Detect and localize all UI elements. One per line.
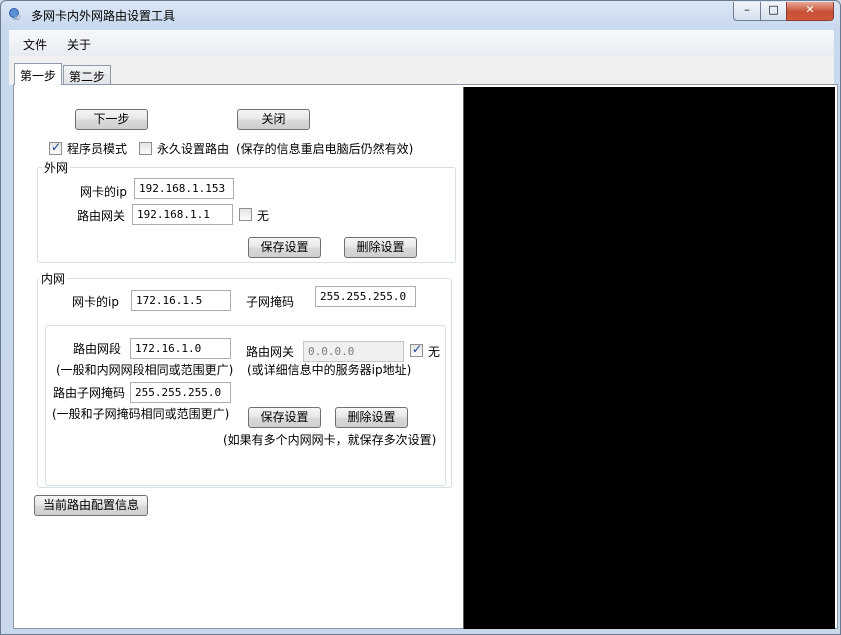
route-mask-input[interactable]: 255.255.255.0 — [130, 382, 231, 403]
tab-step-2[interactable]: 第二步 — [63, 65, 112, 84]
check-icon: ✓ — [412, 342, 423, 356]
maximize-icon: □ — [768, 3, 779, 16]
window-title: 多网卡内外网路由设置工具 — [31, 9, 176, 23]
route-gateway-none-label: 无 — [428, 345, 441, 359]
internal-delete-button[interactable]: 删除设置 — [335, 407, 408, 428]
app-window: 多网卡内外网路由设置工具 – □ ✕ 文件 关于 第一步 第二步 下一步 关闭 … — [0, 0, 841, 635]
output-panel — [463, 87, 835, 629]
minimize-button[interactable]: – — [733, 2, 761, 21]
external-nic-ip-input[interactable]: 192.168.1.153 — [134, 178, 234, 199]
route-gateway-input[interactable]: 0.0.0.0 — [303, 341, 404, 362]
route-segment-input[interactable]: 172.16.1.0 — [130, 338, 231, 359]
menu-about[interactable]: 关于 — [67, 36, 91, 53]
route-segment-hint: (一般和内网网段相同或范围更广) — [56, 363, 234, 377]
multi-nic-hint: (如果有多个内网网卡，就保存多次设置) — [223, 433, 437, 447]
tab-step-1[interactable]: 第一步 — [14, 63, 63, 85]
current-config-button[interactable]: 当前路由配置信息 — [34, 495, 148, 516]
external-nic-ip-label: 网卡的ip — [80, 185, 127, 199]
close-button[interactable]: 关闭 — [237, 109, 310, 130]
internal-subnet-input[interactable]: 255.255.255.0 — [315, 286, 416, 307]
close-window-button[interactable]: ✕ — [786, 2, 834, 21]
close-icon: ✕ — [805, 3, 815, 16]
route-segment-label: 路由网段 — [73, 342, 122, 356]
maximize-button[interactable]: □ — [760, 2, 787, 21]
route-gateway-none-checkbox[interactable]: ✓ — [410, 342, 423, 357]
internal-nic-ip-label: 网卡的ip — [72, 295, 119, 309]
persistent-route-note: (保存的信息重启电脑后仍然有效) — [236, 142, 414, 156]
minimize-icon: – — [744, 3, 750, 16]
external-gateway-input[interactable]: 192.168.1.1 — [132, 204, 233, 225]
title-bar[interactable]: 多网卡内外网路由设置工具 – □ ✕ — [1, 1, 841, 29]
route-gateway-label: 路由网关 — [246, 345, 295, 359]
external-gateway-label: 路由网关 — [77, 209, 126, 223]
external-delete-button[interactable]: 删除设置 — [344, 237, 417, 258]
external-save-button[interactable]: 保存设置 — [248, 237, 321, 258]
programmer-mode-checkbox[interactable]: ✓ — [49, 140, 62, 155]
persistent-route-label: 永久设置路由 — [157, 142, 230, 156]
next-step-button[interactable]: 下一步 — [75, 109, 148, 130]
route-gateway-hint: (或详细信息中的服务器ip地址) — [247, 363, 412, 377]
external-none-label: 无 — [257, 209, 270, 223]
persistent-route-checkbox[interactable] — [139, 142, 152, 155]
external-legend: 外网 — [42, 159, 71, 176]
menu-file[interactable]: 文件 — [23, 36, 47, 53]
tab-strip — [9, 56, 834, 85]
check-icon: ✓ — [51, 140, 62, 154]
programmer-mode-label: 程序员模式 — [67, 142, 128, 156]
internal-nic-ip-input[interactable]: 172.16.1.5 — [131, 290, 231, 311]
internal-save-button[interactable]: 保存设置 — [248, 407, 321, 428]
app-icon — [8, 7, 24, 23]
external-none-checkbox[interactable] — [239, 208, 252, 221]
internal-subnet-label: 子网掩码 — [246, 295, 295, 309]
internal-legend: 内网 — [39, 270, 68, 287]
menu-bar: 文件 关于 — [9, 30, 834, 56]
route-mask-hint: (一般和子网掩码相同或范围更广) — [52, 407, 230, 421]
route-mask-label: 路由子网掩码 — [53, 386, 126, 400]
